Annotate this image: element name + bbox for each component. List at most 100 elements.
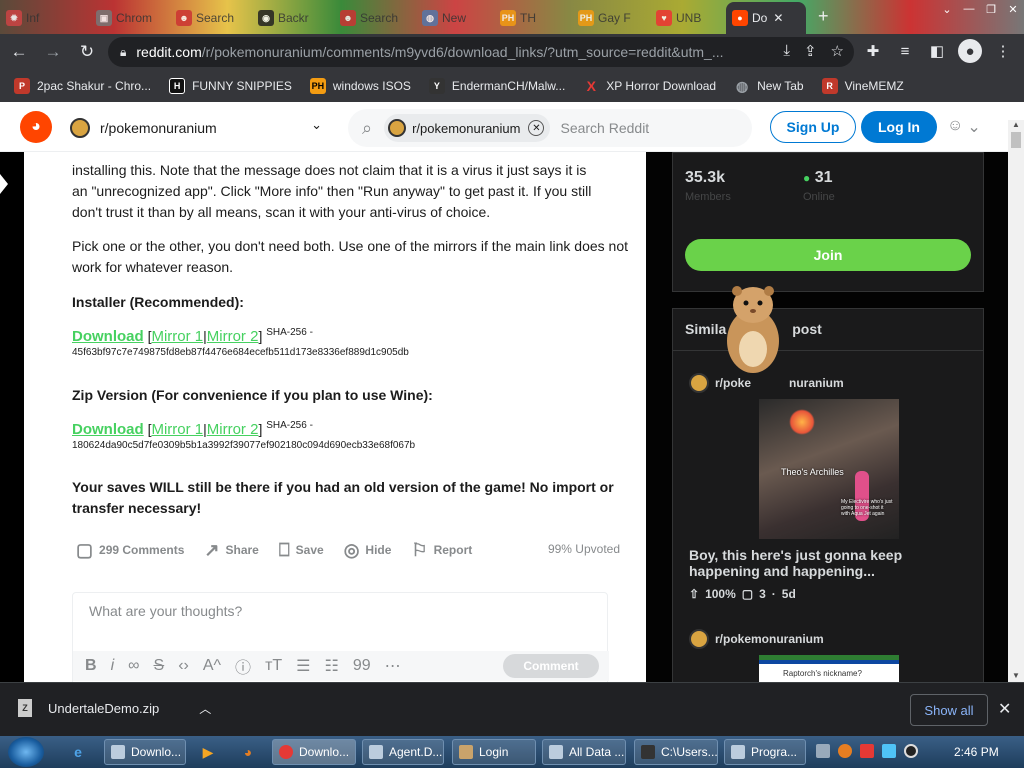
search-scope-chip[interactable]: r/pokemonuranium ✕ — [384, 114, 551, 142]
scroll-down-icon[interactable]: ▼ — [1012, 671, 1020, 680]
close-download-bar-icon[interactable]: ✕ — [998, 699, 1011, 719]
tab[interactable]: ♥ UNB — [650, 4, 724, 32]
tray-icon[interactable] — [860, 744, 874, 758]
clear-scope-icon[interactable]: ✕ — [528, 120, 545, 136]
chevron-up-icon[interactable]: ︿ — [199, 700, 211, 717]
installer-mirror2-link[interactable]: Mirror 2 — [207, 328, 259, 345]
report-button[interactable]: ⚐ Report — [411, 540, 472, 561]
hide-button[interactable]: ◎ Hide — [344, 540, 392, 561]
share-button[interactable]: ↗ Share — [204, 540, 258, 561]
subreddit-selector[interactable]: r/pokemonuranium ⌄ — [70, 115, 322, 141]
user-menu[interactable]: ☺ ⌄ — [947, 117, 981, 137]
bookmark-star-icon[interactable]: ☆ — [831, 42, 844, 60]
comment-input[interactable]: What are your thoughts? — [89, 603, 242, 619]
quote-icon[interactable]: 99 — [353, 657, 371, 675]
bookmark-item[interactable]: R VineMEMZ — [821, 78, 904, 94]
login-button[interactable]: Log In — [861, 111, 937, 143]
download-item[interactable]: Z UndertaleDemo.zip ︿ — [18, 699, 211, 717]
inline-code-icon[interactable]: ‹› — [178, 657, 189, 675]
taskbar-button-active[interactable]: Downlo... — [272, 739, 356, 765]
scroll-up-icon[interactable]: ▲ — [1012, 120, 1020, 129]
installer-download-link[interactable]: Download — [72, 328, 144, 345]
bulleted-list-icon[interactable]: ☰ — [296, 656, 310, 676]
link-icon[interactable]: ∞ — [128, 657, 139, 675]
zip-mirror2-link[interactable]: Mirror 2 — [207, 421, 259, 438]
profile-avatar-icon[interactable]: ● — [958, 39, 982, 63]
bookmark-item[interactable]: ◍ New Tab — [734, 78, 804, 94]
similar-post-thumbnail[interactable]: Raptorch's nickname? — [759, 655, 899, 682]
tab[interactable]: ◉ Backr — [252, 4, 332, 32]
minimize-icon[interactable]: — — [958, 0, 980, 18]
similar-post-subreddit[interactable]: r/pokemonuranium — [689, 629, 824, 649]
zip-download-link[interactable]: Download — [72, 421, 144, 438]
extensions-puzzle-icon[interactable]: ✚ — [862, 40, 884, 62]
tab[interactable]: ✹ Inf — [0, 4, 86, 32]
firefox-icon[interactable]: ◕ — [236, 740, 260, 764]
tab[interactable]: ▣ Chrom — [90, 4, 168, 32]
tray-icon[interactable] — [816, 744, 830, 758]
media-control-icon[interactable]: ≡ — [894, 40, 916, 62]
bookmark-item[interactable]: Y EndermanCH/Malw... — [428, 78, 565, 94]
zip-mirror1-link[interactable]: Mirror 1 — [151, 421, 203, 438]
tray-icon[interactable] — [838, 744, 852, 758]
similar-post-thumbnail[interactable]: Theo's Archilles My Electivire who's jus… — [759, 399, 899, 539]
network-icon[interactable] — [882, 744, 896, 758]
bookmark-item[interactable]: PH windows ISOS — [309, 78, 411, 94]
spoiler-icon[interactable]: ⓘ — [235, 654, 251, 678]
tab[interactable]: ☻ Search — [170, 4, 250, 32]
tab[interactable]: ◍ New — [416, 4, 494, 32]
search-bar[interactable]: ⌕ r/pokemonuranium ✕ Search Reddit — [348, 109, 752, 147]
italic-icon[interactable]: i — [111, 657, 115, 675]
comments-button[interactable]: ▢ 299 Comments — [76, 540, 184, 561]
scrollbar-thumb[interactable] — [1011, 132, 1021, 148]
forward-button[interactable]: → — [38, 37, 68, 67]
close-tab-icon[interactable]: ✕ — [773, 11, 783, 25]
taskbar-button[interactable]: C:\Users... — [634, 739, 718, 765]
taskbar-button[interactable]: All Data ... — [542, 739, 626, 765]
taskbar-button[interactable]: Login — [452, 739, 536, 765]
search-input[interactable]: Search Reddit — [560, 120, 649, 136]
reload-button[interactable]: ↻ — [72, 37, 102, 67]
kebab-menu-icon[interactable]: ⋮ — [992, 40, 1014, 62]
comment-submit-button[interactable]: Comment — [503, 654, 599, 678]
upvote-icon[interactable]: ⇧ — [689, 587, 699, 601]
similar-post-subreddit[interactable]: r/poke nuranium — [689, 373, 844, 393]
tab-active[interactable]: ● Do ✕ — [726, 2, 806, 34]
bookmark-item[interactable]: P 2pac Shakur - Chro... — [14, 78, 151, 94]
tab[interactable]: ☻ Search — [334, 4, 414, 32]
page-scrollbar[interactable]: ▲ ▼ — [1008, 120, 1024, 682]
start-button-icon[interactable] — [8, 737, 44, 767]
join-button[interactable]: Join — [685, 239, 971, 271]
signup-button[interactable]: Sign Up — [770, 111, 856, 143]
address-bar[interactable]: 🔒︎ reddit.com/r/pokemonuranium/comments/… — [108, 37, 854, 67]
bookmark-item[interactable]: X XP Horror Download — [583, 78, 717, 94]
volume-icon[interactable] — [904, 744, 918, 758]
tab[interactable]: PH Gay F — [572, 4, 648, 32]
install-icon[interactable]: ⤓ — [783, 42, 790, 60]
new-tab-button[interactable]: + — [818, 6, 829, 27]
bookmark-item[interactable]: H FUNNY SNIPPIES — [169, 78, 292, 94]
comment-box[interactable]: What are your thoughts? B i ∞ S ‹› A^ ⓘ … — [72, 592, 609, 682]
chevron-down-icon[interactable]: ⌄ — [936, 0, 958, 18]
more-options-icon[interactable]: ⋯ — [385, 656, 401, 676]
show-all-downloads-button[interactable]: Show all — [910, 694, 988, 726]
maximize-icon[interactable]: ❐ — [980, 0, 1002, 18]
close-window-icon[interactable]: ✕ — [1002, 0, 1024, 18]
back-button[interactable]: ← — [4, 37, 34, 67]
superscript-icon[interactable]: A^ — [203, 657, 221, 675]
side-panel-icon[interactable]: ◧ — [926, 40, 948, 62]
internet-explorer-icon[interactable]: e — [66, 740, 90, 764]
installer-mirror1-link[interactable]: Mirror 1 — [151, 328, 203, 345]
heading-icon[interactable]: ᴛT — [265, 657, 282, 675]
media-player-icon[interactable]: ▶ — [196, 740, 220, 764]
share-icon[interactable]: ⇪ — [804, 42, 817, 60]
bold-icon[interactable]: B — [85, 657, 97, 675]
similar-post-title[interactable]: Boy, this here's just gonna keep happeni… — [689, 547, 973, 579]
url-text[interactable]: reddit.com/r/pokemonuranium/comments/m9y… — [136, 44, 756, 60]
strikethrough-icon[interactable]: S — [154, 657, 165, 675]
reddit-logo-icon[interactable]: ◕ — [20, 111, 52, 143]
tab[interactable]: PH TH — [494, 4, 570, 32]
system-clock[interactable]: 2:46 PM — [954, 745, 999, 759]
taskbar-button[interactable]: Downlo... — [104, 739, 186, 765]
save-button[interactable]: ⎕ Save — [279, 540, 324, 561]
